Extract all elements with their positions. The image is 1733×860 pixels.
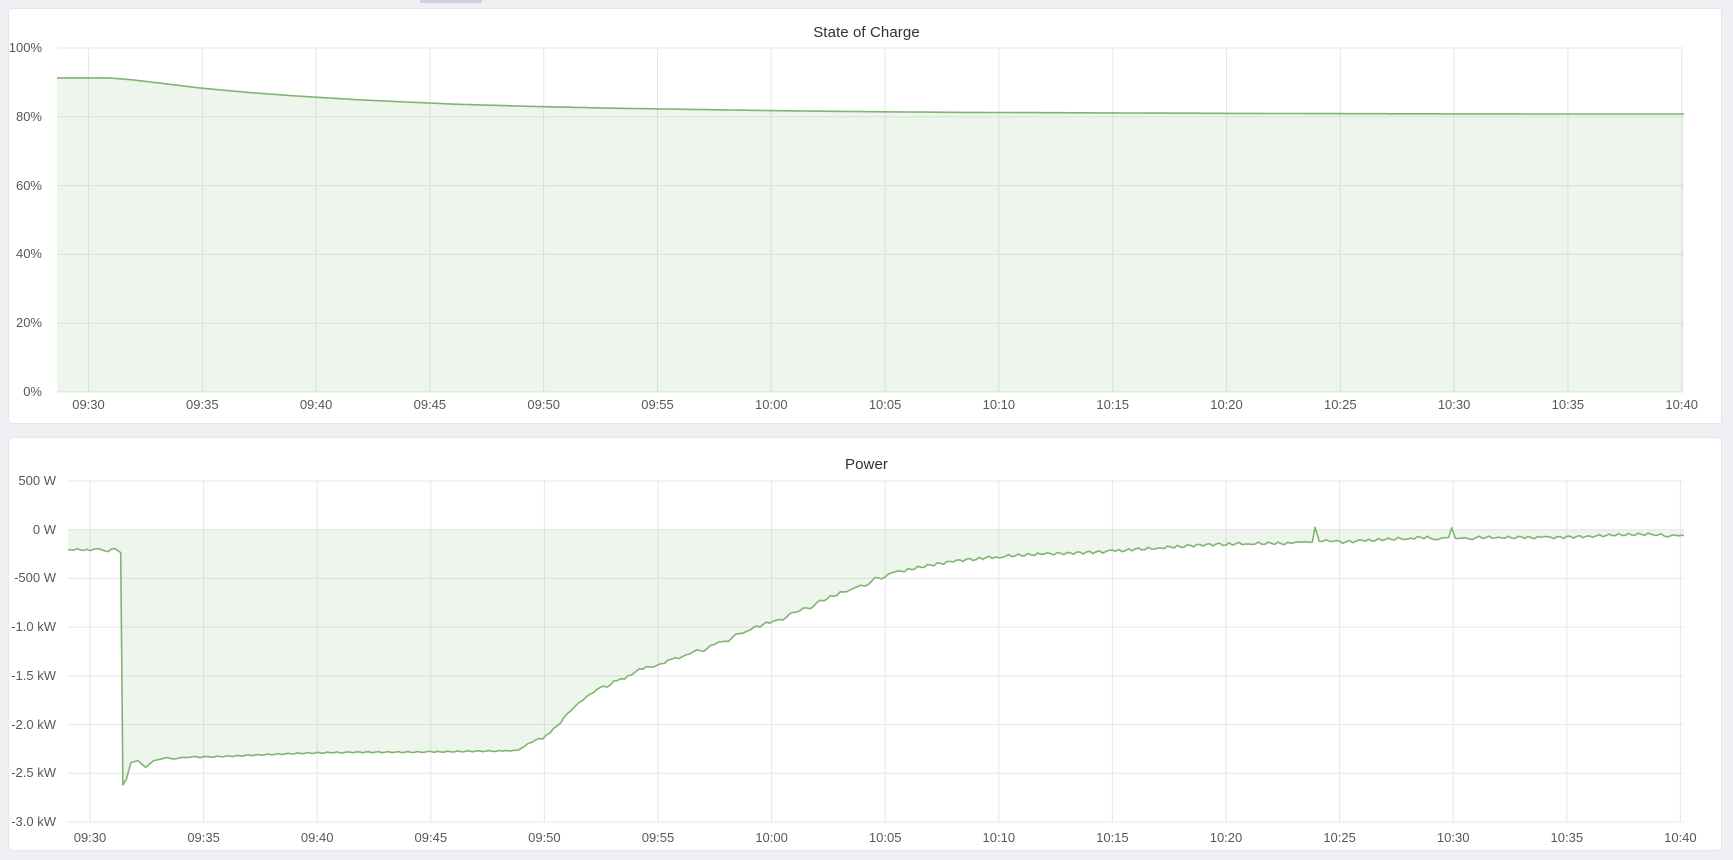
x-tick-label: 09:30: [59, 397, 119, 413]
x-tick-label: 10:00: [742, 830, 802, 846]
x-tick-label: 10:05: [855, 830, 915, 846]
x-tick-label: 09:35: [174, 830, 234, 846]
x-tick-label: 10:10: [969, 397, 1029, 413]
x-tick-label: 10:35: [1538, 397, 1598, 413]
y-tick-label: -500 W: [8, 570, 56, 586]
x-tick-label: 10:25: [1310, 397, 1370, 413]
x-tick-label: 10:40: [1650, 830, 1710, 846]
y-tick-label: 20%: [8, 315, 42, 331]
x-tick-label: 10:15: [1083, 397, 1143, 413]
y-tick-label: -2.0 kW: [8, 717, 56, 733]
power-panel-title[interactable]: Power: [0, 456, 1733, 473]
x-tick-label: 09:40: [286, 397, 346, 413]
x-tick-label: 10:20: [1196, 830, 1256, 846]
y-tick-label: -2.5 kW: [8, 765, 56, 781]
x-tick-label: 09:30: [60, 830, 120, 846]
x-tick-label: 10:25: [1310, 830, 1370, 846]
y-tick-label: 0%: [8, 384, 42, 400]
x-tick-label: 10:40: [1652, 397, 1712, 413]
panel-power: [8, 437, 1722, 851]
x-tick-label: 10:10: [969, 830, 1029, 846]
x-tick-label: 10:35: [1537, 830, 1597, 846]
y-tick-label: -1.5 kW: [8, 668, 56, 684]
x-tick-label: 10:30: [1423, 830, 1483, 846]
x-tick-label: 09:45: [400, 397, 460, 413]
y-tick-label: 0 W: [8, 522, 56, 538]
y-tick-label: 60%: [8, 178, 42, 194]
y-tick-label: -3.0 kW: [8, 814, 56, 830]
x-tick-label: 09:50: [514, 830, 574, 846]
y-tick-label: 500 W: [8, 473, 56, 489]
x-tick-label: 09:35: [172, 397, 232, 413]
x-tick-label: 10:30: [1424, 397, 1484, 413]
x-tick-label: 10:00: [741, 397, 801, 413]
soc-panel-title[interactable]: State of Charge: [0, 24, 1733, 41]
panel-state-of-charge: [8, 8, 1722, 424]
y-tick-label: -1.0 kW: [8, 619, 56, 635]
x-tick-label: 09:45: [401, 830, 461, 846]
y-tick-label: 80%: [8, 109, 42, 125]
x-tick-label: 10:05: [855, 397, 915, 413]
y-tick-label: 40%: [8, 246, 42, 262]
y-tick-label: 100%: [8, 40, 42, 56]
x-tick-label: 09:40: [287, 830, 347, 846]
x-tick-label: 09:50: [514, 397, 574, 413]
x-tick-label: 09:55: [628, 830, 688, 846]
x-tick-label: 10:15: [1082, 830, 1142, 846]
window-edge-artifact: [420, 0, 482, 3]
x-tick-label: 10:20: [1197, 397, 1257, 413]
x-tick-label: 09:55: [628, 397, 688, 413]
